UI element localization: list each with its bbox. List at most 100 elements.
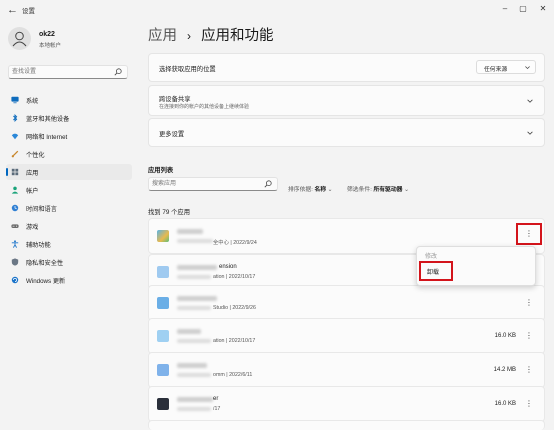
sidebar-item-gaming[interactable]: 游戏 (6, 218, 132, 234)
app-row[interactable]: Studio | 2022/9/26 ⋮ (148, 285, 545, 321)
app-icon (157, 266, 169, 278)
app-row[interactable]: ation | 2022/10/17 16.0 KB ⋮ (148, 318, 545, 354)
search-icon[interactable] (114, 68, 122, 76)
settings-search-input[interactable] (12, 67, 112, 77)
filter-value: 所有驱动器 (373, 187, 403, 193)
app-search-input[interactable] (152, 179, 262, 189)
sidebar-item-accounts[interactable]: 帐户 (6, 182, 132, 198)
app-size: 16.0 KB (494, 401, 516, 407)
blurred-app-publisher (177, 275, 211, 279)
sidebar-item-time-language[interactable]: 时间和语言 (6, 200, 132, 216)
globe-clock-icon (11, 204, 19, 212)
sidebar-item-apps[interactable]: 应用 (6, 164, 132, 180)
maximize-button[interactable]: ▢ (516, 3, 530, 15)
sidebar-item-accessibility[interactable]: 辅助功能 (6, 236, 132, 252)
app-row[interactable]: omm | 2022/6/11 14.2 MB ⋮ (148, 352, 545, 388)
chevron-down-icon: ⌄ (327, 187, 333, 193)
accessibility-icon (11, 240, 19, 248)
uninstall-menu-item[interactable]: 卸载 (427, 267, 439, 276)
sidebar-item-windows-update[interactable]: Windows 更新 (6, 272, 132, 288)
modify-menu-item[interactable]: 修改 (425, 251, 437, 260)
sidebar-item-personalization[interactable]: 个性化 (6, 146, 132, 162)
blurred-app-name (177, 363, 207, 368)
sidebar-item-bluetooth[interactable]: 蓝牙和其他设备 (6, 110, 132, 126)
app-icon (157, 297, 169, 309)
sidebar-item-label: 蓝牙和其他设备 (26, 116, 70, 123)
dropdown-value: 任何来源 (484, 67, 508, 73)
app-list-heading: 应用列表 (148, 167, 174, 174)
sidebar-item-label: 辅助功能 (26, 242, 51, 249)
filter-control[interactable]: 筛选条件: 所有驱动器 ⌄ (347, 184, 409, 193)
shield-icon (11, 258, 19, 266)
uninstall-highlight: 卸载 (419, 261, 453, 281)
account-type: 本地帐户 (39, 43, 62, 49)
close-button[interactable]: ✕ (536, 3, 550, 15)
app-icon (157, 398, 169, 410)
person-avatar-icon (12, 31, 27, 47)
app-meta: ation | 2022/10/17 (213, 338, 256, 344)
more-options-button[interactable]: ⋮ (522, 329, 536, 343)
install-source-dropdown[interactable]: 任何来源 (476, 60, 536, 74)
sidebar-item-privacy[interactable]: 隐私和安全性 (6, 254, 132, 270)
active-indicator (6, 168, 8, 176)
back-arrow-icon[interactable]: ← (7, 4, 19, 16)
chevron-down-icon: ⌄ (404, 187, 409, 193)
share-across-subtitle: 在连接到你的帐户的其他设备上继续体验 (159, 104, 250, 110)
sidebar-item-system[interactable]: 系统 (6, 92, 132, 108)
app-meta: /17 (213, 406, 221, 412)
app-row[interactable] (148, 420, 545, 430)
app-name-fragment: er (213, 396, 219, 402)
app-search[interactable] (148, 177, 278, 191)
blurred-app-publisher (177, 407, 211, 411)
wifi-icon (11, 133, 19, 140)
search-icon[interactable] (264, 180, 272, 188)
chevron-down-icon[interactable] (526, 129, 534, 137)
sidebar-item-label: Windows 更新 (26, 278, 66, 285)
avatar[interactable] (8, 27, 31, 50)
minimize-button[interactable]: – (498, 3, 512, 15)
apps-icon (11, 168, 19, 176)
breadcrumb-parent[interactable]: 应用 (148, 28, 177, 44)
sidebar-item-label: 应用 (26, 170, 39, 177)
share-across-devices-card[interactable]: 跨设备共享 在连接到你的帐户的其他设备上继续体验 (148, 85, 545, 116)
gamepad-icon (11, 224, 19, 228)
sidebar-item-label: 个性化 (26, 152, 45, 159)
sort-control[interactable]: 排序依据: 名称 ⌄ (288, 184, 333, 193)
more-settings-card[interactable]: 更多设置 (148, 118, 545, 147)
sidebar-item-label: 游戏 (26, 224, 39, 231)
settings-search[interactable] (8, 65, 128, 79)
person-icon (11, 186, 19, 194)
sidebar-item-label: 帐户 (26, 188, 39, 195)
sidebar-item-label: 网络和 Internet (26, 134, 68, 141)
update-icon (11, 276, 19, 284)
monitor-icon (11, 96, 19, 104)
blurred-app-name (177, 265, 217, 270)
more-options-button[interactable]: ⋮ (516, 223, 542, 245)
app-size: 16.0 KB (494, 333, 516, 339)
sidebar-item-label: 时间和语言 (26, 206, 57, 213)
sort-value: 名称 (314, 187, 327, 193)
app-count: 找到 79 个应用 (148, 209, 190, 216)
breadcrumb: 应用 › 应用和功能 (148, 24, 274, 45)
app-size: 14.2 MB (493, 367, 516, 373)
app-meta: omm | 2022/6/11 (213, 372, 253, 378)
more-options-button[interactable]: ⋮ (522, 397, 536, 411)
app-meta: Studio | 2022/9/26 (213, 305, 256, 311)
app-row[interactable]: er /17 16.0 KB ⋮ (148, 386, 545, 422)
blurred-app-name (177, 296, 217, 301)
sidebar-item-network[interactable]: 网络和 Internet (6, 128, 132, 144)
brush-icon (11, 150, 19, 158)
more-options-button[interactable]: ⋮ (522, 363, 536, 377)
blurred-app-publisher (177, 239, 213, 243)
more-options-button[interactable]: ⋮ (522, 296, 536, 310)
page-title: 应用和功能 (201, 28, 274, 44)
sidebar-item-label: 隐私和安全性 (26, 260, 64, 267)
blurred-app-publisher (177, 373, 211, 377)
filter-prefix: 筛选条件: (347, 187, 372, 193)
blurred-app-publisher (177, 339, 211, 343)
app-icon (157, 330, 169, 342)
chevron-down-icon[interactable] (526, 97, 534, 105)
blurred-app-publisher (177, 306, 211, 310)
sidebar-item-label: 系统 (26, 98, 39, 105)
blurred-app-name (177, 329, 201, 334)
